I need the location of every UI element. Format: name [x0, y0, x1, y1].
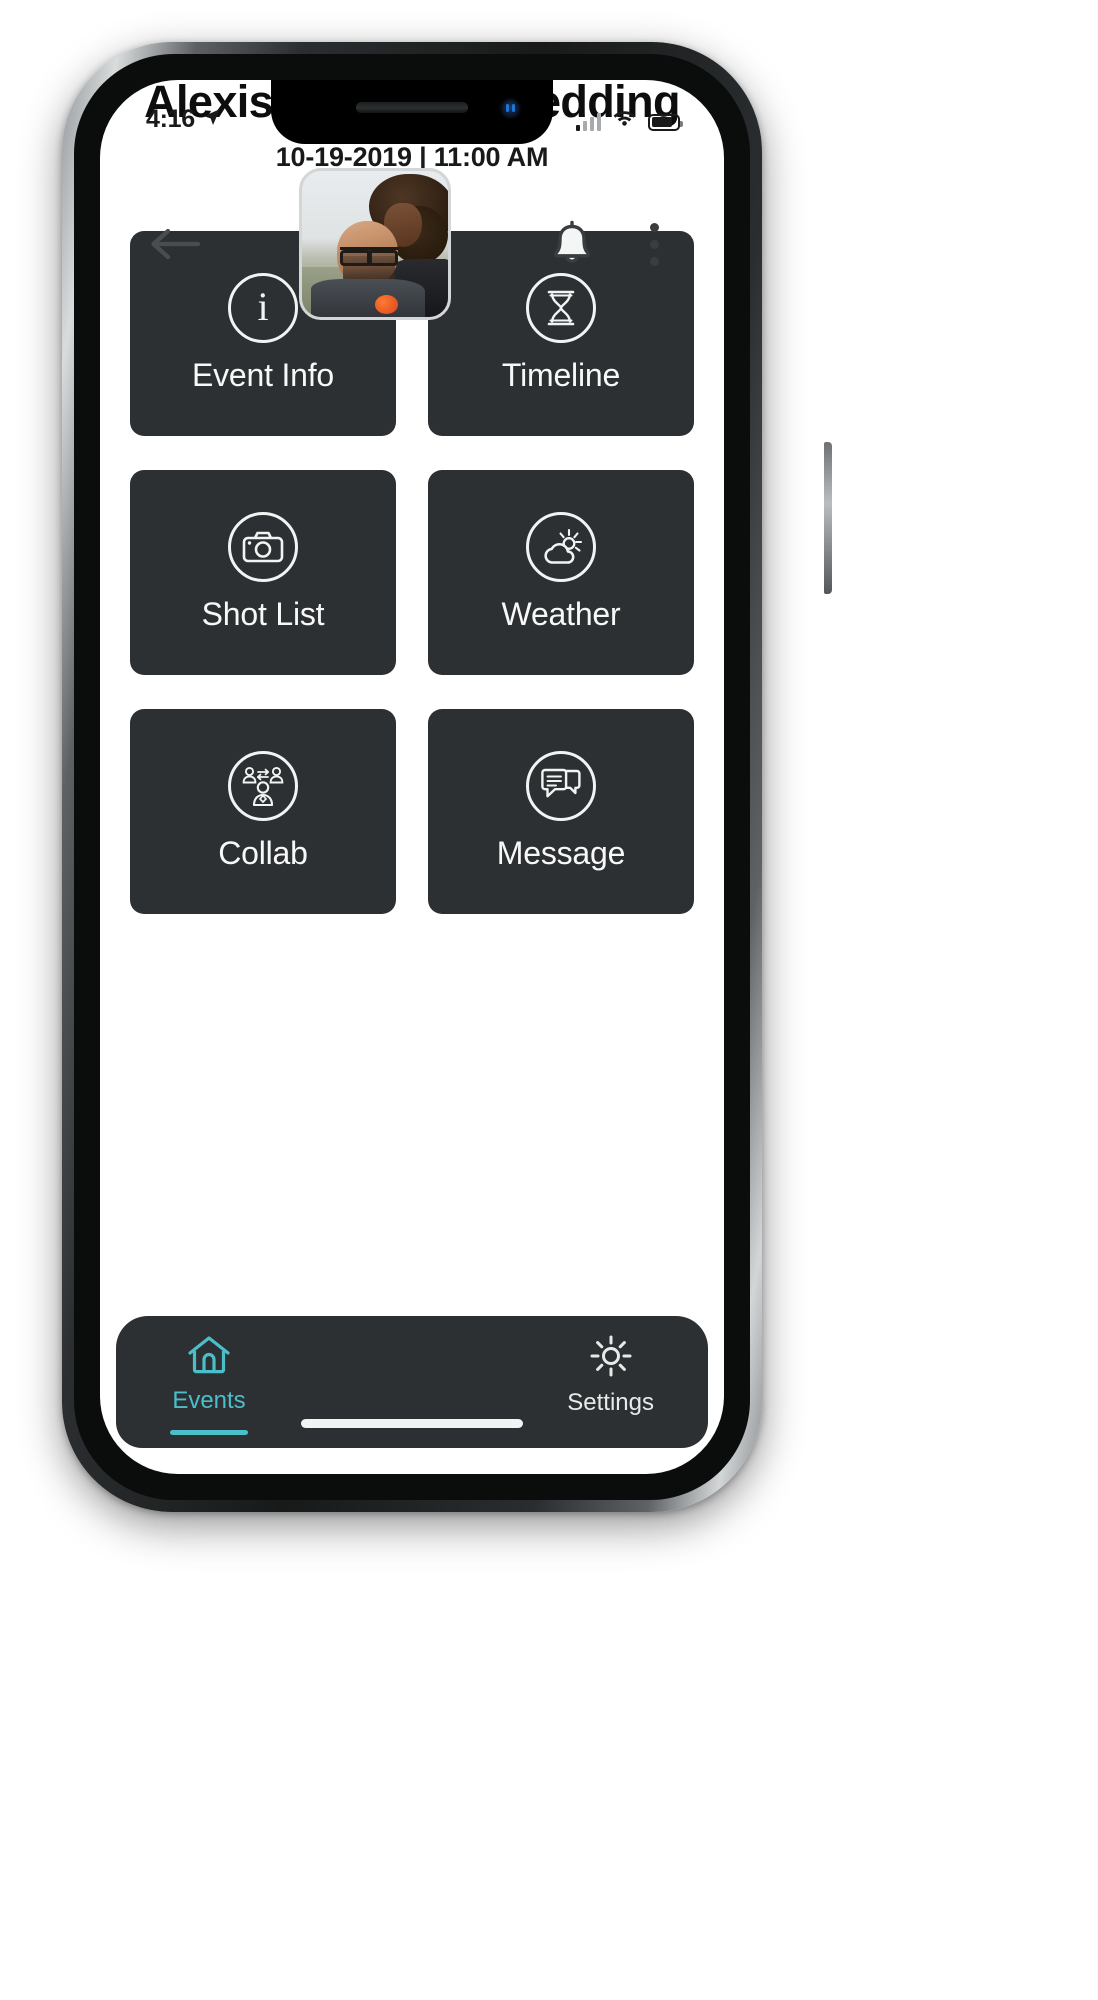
app-header: [100, 144, 724, 344]
earpiece-speaker: [356, 102, 468, 113]
gear-icon: [589, 1334, 633, 1383]
location-arrow-icon: [202, 107, 222, 132]
nav-item-settings[interactable]: Settings: [567, 1334, 654, 1417]
power-button[interactable]: [824, 442, 832, 594]
home-icon: [186, 1334, 232, 1381]
people-exchange-icon: [228, 751, 298, 821]
nav-label-settings: Settings: [567, 1389, 654, 1416]
tile-label: Shot List: [201, 596, 325, 632]
tile-weather[interactable]: Weather: [428, 470, 694, 675]
tile-label: Timeline: [501, 357, 621, 393]
phone-bezel: 4:16 Alexis Wedding 10-19-2019 | 11:00 A…: [74, 54, 750, 1500]
nav-active-indicator: [170, 1430, 248, 1435]
device-notch: [271, 80, 553, 144]
home-indicator[interactable]: [301, 1419, 523, 1428]
tile-label: Collab: [218, 835, 308, 871]
tile-shot-list[interactable]: Shot List: [130, 470, 396, 675]
sun-cloud-icon: [526, 512, 596, 582]
bottom-navigation-bar: Events Settings: [116, 1316, 708, 1448]
front-camera-icon: [502, 100, 519, 117]
wifi-icon: [612, 108, 637, 131]
more-vertical-icon[interactable]: [626, 214, 682, 274]
battery-icon: [648, 113, 683, 131]
nav-item-events[interactable]: Events: [170, 1334, 248, 1435]
bell-icon[interactable]: [544, 214, 600, 274]
avatar[interactable]: [299, 168, 451, 320]
tile-collab[interactable]: Collab: [130, 709, 396, 914]
tile-label: Event Info: [191, 357, 335, 393]
phone-screen: 4:16 Alexis Wedding 10-19-2019 | 11:00 A…: [100, 80, 724, 1474]
phone-frame: 4:16 Alexis Wedding 10-19-2019 | 11:00 A…: [62, 42, 832, 1512]
header-actions: [544, 214, 682, 274]
tile-label: Message: [496, 835, 626, 871]
tile-label: Weather: [501, 596, 621, 632]
chat-bubbles-icon: [526, 751, 596, 821]
nav-label-events: Events: [172, 1387, 246, 1414]
cellular-signal-icon: [575, 112, 601, 131]
status-bar-right: [575, 108, 683, 131]
tile-message[interactable]: Message: [428, 709, 694, 914]
status-time: 4:16: [146, 104, 195, 133]
camera-icon: [228, 512, 298, 582]
back-button[interactable]: [142, 212, 206, 276]
status-bar-left: 4:16: [146, 105, 222, 134]
